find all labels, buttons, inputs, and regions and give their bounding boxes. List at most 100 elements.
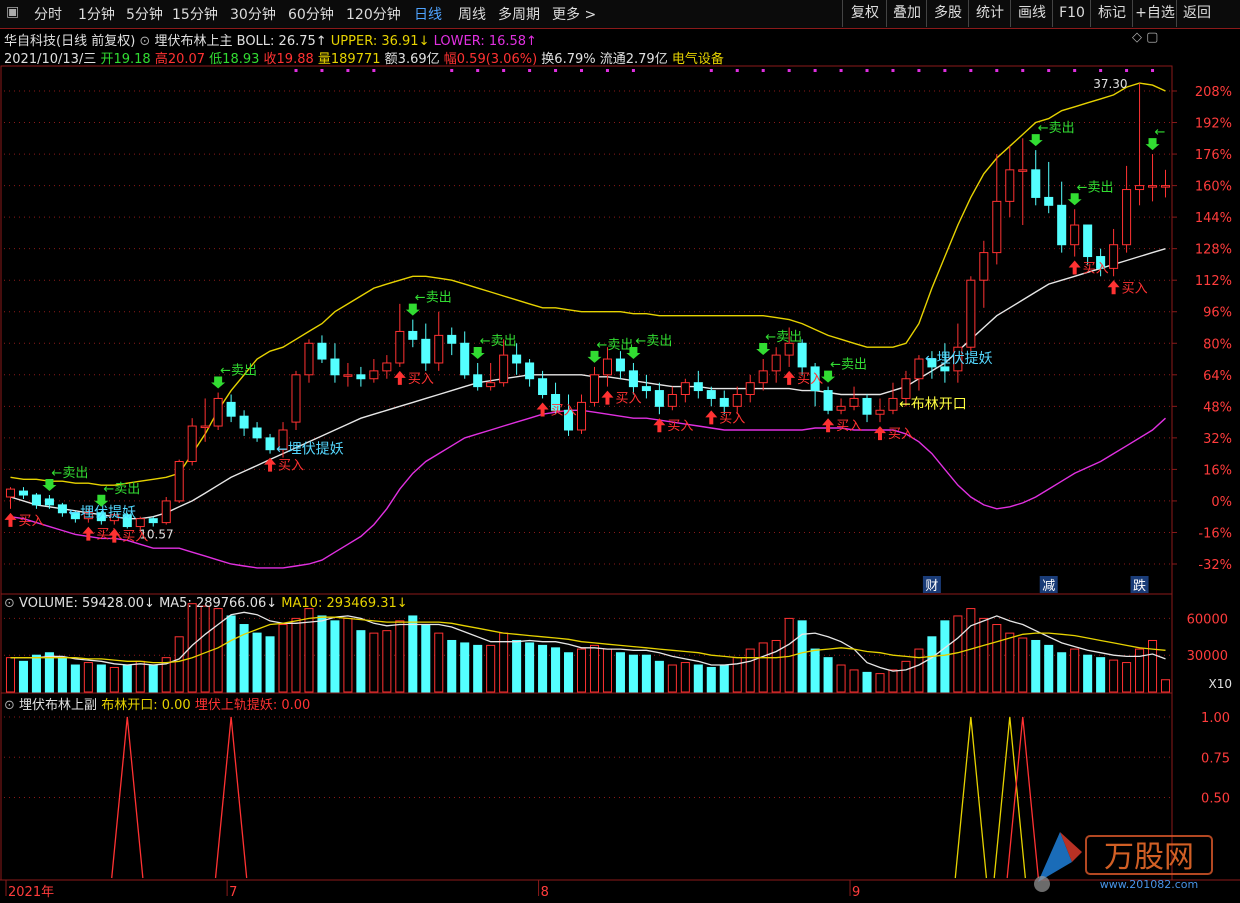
- top-marker-dot: [813, 69, 817, 72]
- toolbar-button-8[interactable]: 返回: [1176, 0, 1217, 27]
- volume-bar: [1122, 662, 1132, 693]
- volume-bar: [226, 615, 236, 693]
- volume-bar: [174, 636, 184, 693]
- candle: [823, 386, 833, 415]
- buy-signal-label: 买入: [408, 372, 434, 387]
- volume-bar: [70, 664, 80, 693]
- sub-toggle-icon[interactable]: ⊙: [4, 698, 15, 713]
- candle-body: [576, 401, 587, 431]
- toolbar-button-5[interactable]: F10: [1052, 0, 1091, 27]
- candle: [849, 386, 859, 411]
- indicator-name[interactable]: 埋伏布林上主: [154, 34, 232, 49]
- candle-body: [252, 427, 262, 439]
- period-tab-6[interactable]: 120分钟: [346, 4, 401, 24]
- quote-date: 2021/10/13/三: [4, 52, 97, 67]
- volume-bar: [745, 648, 755, 693]
- candle-body: [1148, 185, 1158, 188]
- toolbar-button-4[interactable]: 画线: [1010, 0, 1053, 27]
- candle-body: [875, 409, 885, 415]
- volume-bar: [602, 648, 612, 693]
- volume-bar: [96, 664, 106, 693]
- y-tick-label: 0%: [1211, 495, 1232, 510]
- y-tick-label: 96%: [1203, 306, 1232, 321]
- menu-icon[interactable]: ▣: [6, 4, 19, 20]
- sell-signal-label: ←卖出: [765, 330, 802, 345]
- candle: [330, 343, 340, 383]
- boll-value: BOLL: 26.75↑: [236, 34, 327, 49]
- x-tick-label: 9: [852, 885, 860, 900]
- volume-bar: [538, 644, 548, 693]
- period-tab-3[interactable]: 15分钟: [172, 4, 218, 24]
- volume-bar: [109, 666, 119, 693]
- candle: [174, 459, 184, 503]
- toolbar-button-0[interactable]: 复权: [842, 0, 887, 27]
- period-tab-8[interactable]: 周线: [458, 4, 486, 24]
- sell-signal-label: ←卖出: [596, 338, 633, 353]
- upper-value: UPPER: 36.91↓: [330, 34, 430, 49]
- candle-body: [304, 342, 314, 376]
- period-tab-0[interactable]: 分时: [34, 4, 62, 24]
- period-tab-2[interactable]: 5分钟: [126, 4, 163, 24]
- toolbar-button-6[interactable]: 标记: [1090, 0, 1133, 27]
- volume-bar: [1096, 657, 1106, 693]
- top-marker-dot: [1021, 69, 1025, 72]
- candle-body: [849, 397, 859, 407]
- sub-indicator-name[interactable]: 埋伏布林上副: [19, 698, 97, 713]
- buy-arrow: [822, 418, 835, 433]
- toolbar-button-7[interactable]: +自选: [1132, 0, 1177, 27]
- period-tab-5[interactable]: 60分钟: [288, 4, 334, 24]
- sub-indicator-header: ⊙ 埋伏布林上副 布林开口: 0.00 埋伏上轨提妖: 0.00: [4, 694, 310, 713]
- quote-volume: 量189771: [317, 52, 381, 67]
- candle-body: [239, 415, 249, 429]
- volume-bar: [317, 615, 327, 693]
- period-tab-10[interactable]: 更多 >: [552, 4, 596, 24]
- period-tab-7[interactable]: 日线: [414, 4, 442, 24]
- volume-bar: [888, 669, 898, 693]
- volume-bar: [31, 654, 41, 693]
- candle: [1005, 146, 1015, 218]
- candle: [862, 394, 872, 423]
- buy-arrow: [705, 410, 718, 425]
- buy-signal-label: 买入: [797, 372, 823, 387]
- volume-toggle-icon[interactable]: ⊙: [4, 596, 15, 611]
- candle-body: [732, 394, 742, 407]
- candle-body: [213, 397, 223, 427]
- sub-tick-label: 0.50: [1201, 792, 1230, 807]
- top-marker-dot: [372, 69, 376, 72]
- period-tab-9[interactable]: 多周期: [498, 4, 540, 24]
- volume-bar: [460, 642, 470, 693]
- quote-close: 收19.88: [263, 52, 314, 67]
- toolbar-button-2[interactable]: 多股: [926, 0, 969, 27]
- boll-upper-line: [10, 82, 1166, 486]
- stock-chart[interactable]: 208%192%176%160%144%128%112%96%80%64%48%…: [0, 0, 1240, 903]
- candle-body: [161, 500, 171, 524]
- candle: [187, 418, 197, 466]
- buy-signal-label: 买入: [551, 403, 577, 418]
- volume-bar: [810, 648, 820, 693]
- candle-body: [408, 330, 418, 340]
- candle-body: [330, 358, 340, 376]
- candle-body: [473, 374, 483, 388]
- candle: [57, 502, 67, 517]
- candle-body: [719, 397, 729, 407]
- candle-body: [18, 490, 28, 496]
- candle: [836, 398, 846, 415]
- x-tick-label: 8: [541, 885, 549, 900]
- indicator-toggle-icon[interactable]: ⊙: [139, 34, 150, 49]
- expand-icon[interactable]: ◇ ▢: [1132, 30, 1158, 45]
- candle-body: [512, 354, 522, 364]
- top-marker-dot: [346, 69, 350, 72]
- period-tab-1[interactable]: 1分钟: [78, 4, 115, 24]
- toolbar-button-3[interactable]: 统计: [968, 0, 1011, 27]
- period-tab-4[interactable]: 30分钟: [230, 4, 276, 24]
- candle: [745, 374, 755, 403]
- buy-signal-label: 买入: [18, 514, 44, 529]
- candle-body: [356, 374, 366, 380]
- candle-body: [888, 397, 898, 411]
- toolbar-button-1[interactable]: 叠加: [886, 0, 927, 27]
- candle-body: [862, 397, 872, 415]
- candle: [304, 339, 314, 383]
- volume-bar: [589, 644, 600, 693]
- volume-bar: [1018, 637, 1028, 693]
- ma10-value: MA10: 293469.31↓: [281, 596, 408, 611]
